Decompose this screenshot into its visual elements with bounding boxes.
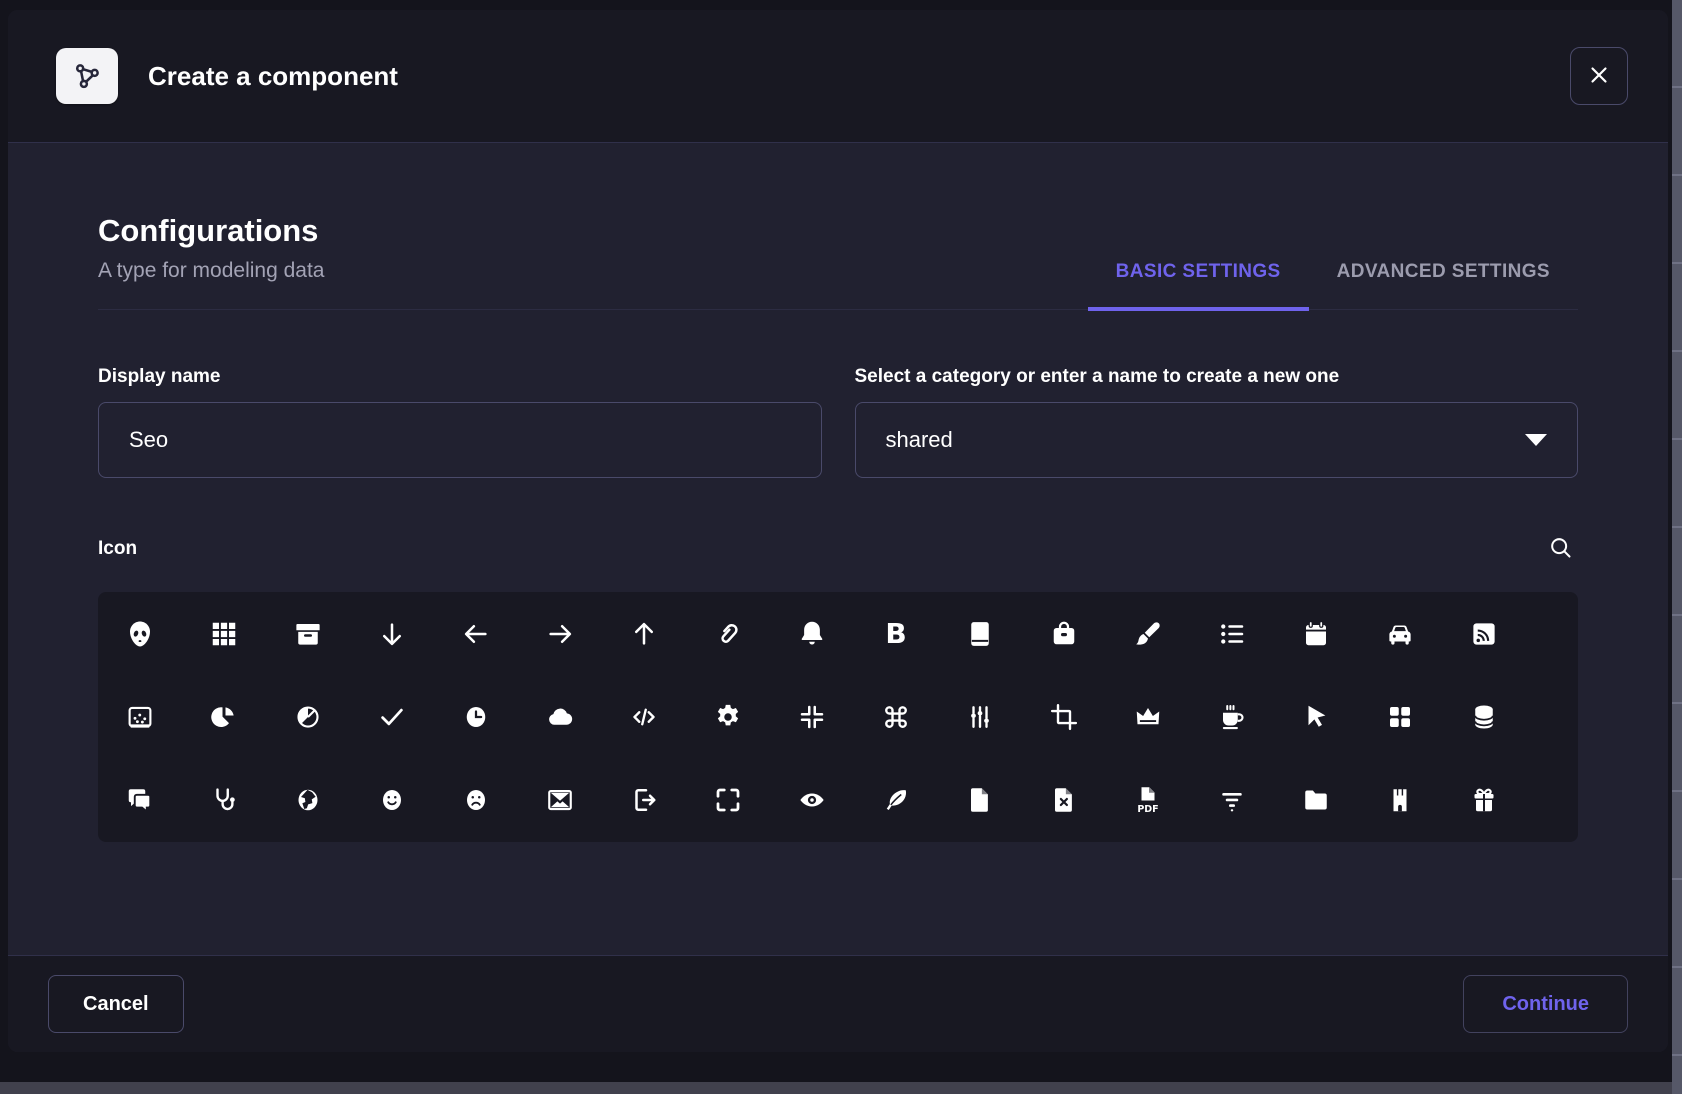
filter-icon[interactable] [1206, 774, 1258, 826]
database-icon[interactable] [1458, 691, 1510, 743]
eye-icon[interactable] [786, 774, 838, 826]
file-error-icon[interactable] [1038, 774, 1090, 826]
modal-body: Configurations A type for modeling data … [8, 143, 1668, 955]
modal-title-group: Create a component [56, 48, 398, 104]
cloud-icon[interactable] [534, 691, 586, 743]
modal-header: Create a component [8, 10, 1668, 143]
file-icon[interactable] [954, 774, 1006, 826]
section-head: Configurations A type for modeling data … [98, 213, 1578, 310]
briefcase-icon[interactable] [1038, 608, 1090, 660]
close-icon [1586, 62, 1612, 91]
form-row: Display name Select a category or enter … [98, 366, 1578, 478]
arrow-left-icon[interactable] [450, 608, 502, 660]
svg-text:PDF: PDF [1137, 804, 1158, 815]
crop-icon[interactable] [1038, 691, 1090, 743]
calendar-icon[interactable] [1290, 608, 1342, 660]
chart-scatter-icon[interactable] [114, 691, 166, 743]
fortress-icon[interactable] [1374, 774, 1426, 826]
alien-icon[interactable] [114, 608, 166, 660]
continue-button[interactable]: Continue [1463, 975, 1628, 1033]
apps-icon[interactable] [198, 608, 250, 660]
category-select-value: shared [886, 427, 953, 453]
folder-icon[interactable] [1290, 774, 1342, 826]
tabs: BASIC SETTINGS ADVANCED SETTINGS [1088, 261, 1578, 309]
earth-icon[interactable] [282, 774, 334, 826]
category-select[interactable]: shared [855, 402, 1579, 478]
crown-icon[interactable] [1122, 691, 1174, 743]
arrow-up-icon[interactable] [618, 608, 670, 660]
search-icon [1547, 549, 1574, 564]
gift-icon[interactable] [1458, 774, 1510, 826]
cup-icon[interactable] [1206, 691, 1258, 743]
emotion-unhappy-icon[interactable] [450, 774, 502, 826]
icon-search-button[interactable] [1543, 530, 1578, 568]
cancel-button[interactable]: Cancel [48, 975, 184, 1033]
modal-title: Create a component [148, 61, 398, 92]
exit-icon[interactable] [618, 774, 670, 826]
feather-icon[interactable] [870, 774, 922, 826]
modal-footer: Cancel Continue [8, 955, 1668, 1052]
section-titles: Configurations A type for modeling data [98, 213, 324, 309]
icon-picker-head: Icon [98, 530, 1578, 568]
doctor-icon[interactable] [198, 774, 250, 826]
envelope-icon[interactable] [534, 774, 586, 826]
bullet-list-icon[interactable] [1206, 608, 1258, 660]
code-icon[interactable] [618, 691, 670, 743]
file-pdf-icon[interactable]: PDF [1122, 774, 1174, 826]
bold-icon[interactable]: B [870, 608, 922, 660]
brush-icon[interactable] [1122, 608, 1174, 660]
display-name-field: Display name [98, 366, 822, 478]
page-scrollbar[interactable] [1672, 0, 1682, 1094]
tab-basic-settings[interactable]: BASIC SETTINGS [1088, 261, 1309, 311]
arrow-down-icon[interactable] [366, 608, 418, 660]
check-icon[interactable] [366, 691, 418, 743]
cog-icon[interactable] [702, 691, 754, 743]
controls-icon[interactable] [954, 691, 1006, 743]
car-icon[interactable] [1374, 608, 1426, 660]
close-button[interactable] [1570, 47, 1628, 105]
archive-icon[interactable] [282, 608, 334, 660]
icon-grid: B PDF [98, 592, 1578, 842]
cast-icon[interactable] [1458, 608, 1510, 660]
display-name-input[interactable] [98, 402, 822, 478]
cursor-icon[interactable] [1290, 691, 1342, 743]
attachment-icon[interactable] [702, 608, 754, 660]
emotion-happy-icon[interactable] [366, 774, 418, 826]
caret-down-icon [1525, 434, 1547, 446]
collapse-icon[interactable] [786, 691, 838, 743]
category-field: Select a category or enter a name to cre… [855, 366, 1579, 478]
category-label: Select a category or enter a name to cre… [855, 366, 1579, 388]
arrow-right-icon[interactable] [534, 608, 586, 660]
chart-donut-icon[interactable] [198, 691, 250, 743]
icon-label: Icon [98, 538, 137, 560]
command-icon[interactable] [870, 691, 922, 743]
create-component-modal: Create a component Configurations A type… [8, 10, 1668, 1052]
component-icon [56, 48, 118, 104]
dashboard-icon[interactable] [1374, 691, 1426, 743]
expand-icon[interactable] [702, 774, 754, 826]
chart-pie-icon[interactable] [282, 691, 334, 743]
book-icon[interactable] [954, 608, 1006, 660]
tab-advanced-settings[interactable]: ADVANCED SETTINGS [1309, 261, 1578, 311]
page-behind-bottom-edge [0, 1082, 1672, 1094]
bell-icon[interactable] [786, 608, 838, 660]
section-subtitle: A type for modeling data [98, 259, 324, 283]
discussion-icon[interactable] [114, 774, 166, 826]
page-background: { "colors": { "accent": "#6F63EC", "pane… [0, 0, 1682, 1094]
clock-icon[interactable] [450, 691, 502, 743]
section-title: Configurations [98, 213, 324, 249]
display-name-label: Display name [98, 366, 822, 388]
